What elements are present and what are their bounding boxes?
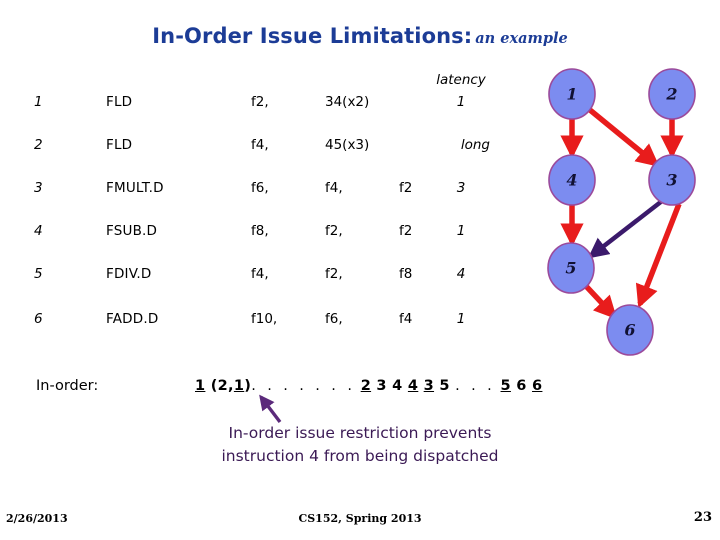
instr-src1: 34(x2) [325, 94, 370, 110]
in-order-token: . . . . . . . [251, 378, 356, 394]
instr-latency: 1 [456, 311, 466, 327]
table-row: 2 FLD f4, 45(x3) long [0, 137, 540, 157]
graph-node-label: 5 [565, 259, 576, 278]
graph-node-label: 3 [666, 171, 677, 190]
instr-src1: f2, [325, 266, 343, 282]
instr-src2: f2 [399, 180, 413, 196]
in-order-token: (2, [205, 378, 234, 394]
table-row: 6 FADD.D f10, f6, f4 1 [0, 311, 540, 331]
instr-dest: f8, [251, 223, 269, 239]
instr-src2: f2 [399, 223, 413, 239]
graph-node-label: 4 [566, 171, 577, 190]
in-order-token: 1 [195, 378, 206, 394]
instr-opcode: FSUB.D [106, 223, 158, 239]
edge-3-to-5 [587, 199, 664, 259]
in-order-token: 3 [423, 378, 435, 394]
graph-node-1[interactable]: 1 [548, 68, 596, 120]
instr-opcode: FMULT.D [106, 180, 164, 196]
page-title-main: In-Order Issue Limitations: [152, 24, 473, 48]
in-order-token: . . . [455, 378, 496, 394]
in-order-token: 6 [532, 378, 543, 394]
in-order-token: 1 [233, 378, 245, 394]
instr-dest: f4, [251, 266, 269, 282]
in-order-label: In-order: [36, 378, 99, 394]
graph-node-4[interactable]: 4 [548, 154, 596, 206]
instr-opcode: FLD [106, 94, 133, 110]
edge-3-to-6 [635, 203, 682, 309]
instr-number: 1 [34, 94, 43, 110]
graph-node-3[interactable]: 3 [648, 154, 696, 206]
instr-src1: 45(x3) [325, 137, 370, 153]
instr-number: 6 [34, 311, 43, 327]
footer-page-number: 23 [693, 510, 712, 525]
instr-latency: 3 [456, 180, 466, 196]
graph-node-label: 1 [566, 85, 577, 104]
footer-course-name: CS152, Spring 2013 [298, 512, 422, 525]
in-order-sequence: 1 (2,1). . . . . . . 2 3 4 4 3 5 . . . 5… [195, 378, 542, 394]
latency-column-header: latency [436, 72, 486, 88]
page-title: In-Order Issue Limitations: an example [0, 24, 720, 48]
note-line-2: instruction 4 from being dispatched [221, 447, 499, 465]
table-row: 3 FMULT.D f6, f4, f2 3 [0, 180, 540, 200]
table-row: 5 FDIV.D f4, f2, f8 4 [0, 266, 540, 286]
edge-1-to-3 [588, 107, 660, 167]
instr-latency: 1 [456, 94, 466, 110]
in-order-token: 5 [500, 378, 511, 394]
in-order-token: 3 4 [371, 378, 408, 394]
graph-node-5[interactable]: 5 [547, 242, 595, 294]
instr-src1: f2, [325, 223, 343, 239]
in-order-token: 5 [434, 378, 456, 394]
dependency-graph: 1 2 3 4 5 6 [528, 64, 720, 364]
instr-dest: f2, [251, 94, 269, 110]
instr-number: 3 [34, 180, 43, 196]
in-order-token: 4 [407, 378, 419, 394]
graph-node-label: 2 [665, 85, 677, 104]
instr-number: 5 [34, 266, 43, 282]
in-order-token: 2 [360, 378, 372, 394]
instr-latency: 1 [456, 223, 466, 239]
page-title-subtitle: an example [475, 30, 568, 47]
slide-footer: 2/26/2013 CS152, Spring 2013 23 [0, 510, 720, 536]
instr-opcode: FADD.D [106, 311, 159, 327]
in-order-token: 6 [510, 378, 533, 394]
note-line-1: In-order issue restriction prevents [228, 424, 492, 442]
edge-5-to-6 [582, 283, 618, 320]
graph-node-2[interactable]: 2 [648, 68, 696, 120]
instr-number: 4 [34, 223, 43, 239]
instr-number: 2 [34, 137, 43, 153]
instr-latency: 4 [456, 266, 466, 282]
instr-src2: f4 [399, 311, 413, 327]
graph-node-label: 6 [624, 321, 635, 340]
instr-dest: f6, [251, 180, 269, 196]
instr-src1: f6, [325, 311, 343, 327]
instr-opcode: FDIV.D [106, 266, 152, 282]
table-row: 1 FLD f2, 34(x2) 1 [0, 94, 540, 114]
instruction-table: latency 1 FLD f2, 34(x2) 1 2 FLD f4, 45(… [0, 72, 540, 337]
instr-latency: long [460, 137, 490, 153]
instr-dest: f10, [251, 311, 278, 327]
instr-src1: f4, [325, 180, 343, 196]
in-order-sequence-row: In-order: 1 (2,1). . . . . . . 2 3 4 4 3… [0, 378, 720, 404]
instr-src2: f8 [399, 266, 413, 282]
explanatory-note: In-order issue restriction prevents inst… [0, 422, 720, 468]
table-row: 4 FSUB.D f8, f2, f2 1 [0, 223, 540, 243]
graph-node-6[interactable]: 6 [606, 304, 654, 356]
instr-dest: f4, [251, 137, 269, 153]
instr-opcode: FLD [106, 137, 133, 153]
